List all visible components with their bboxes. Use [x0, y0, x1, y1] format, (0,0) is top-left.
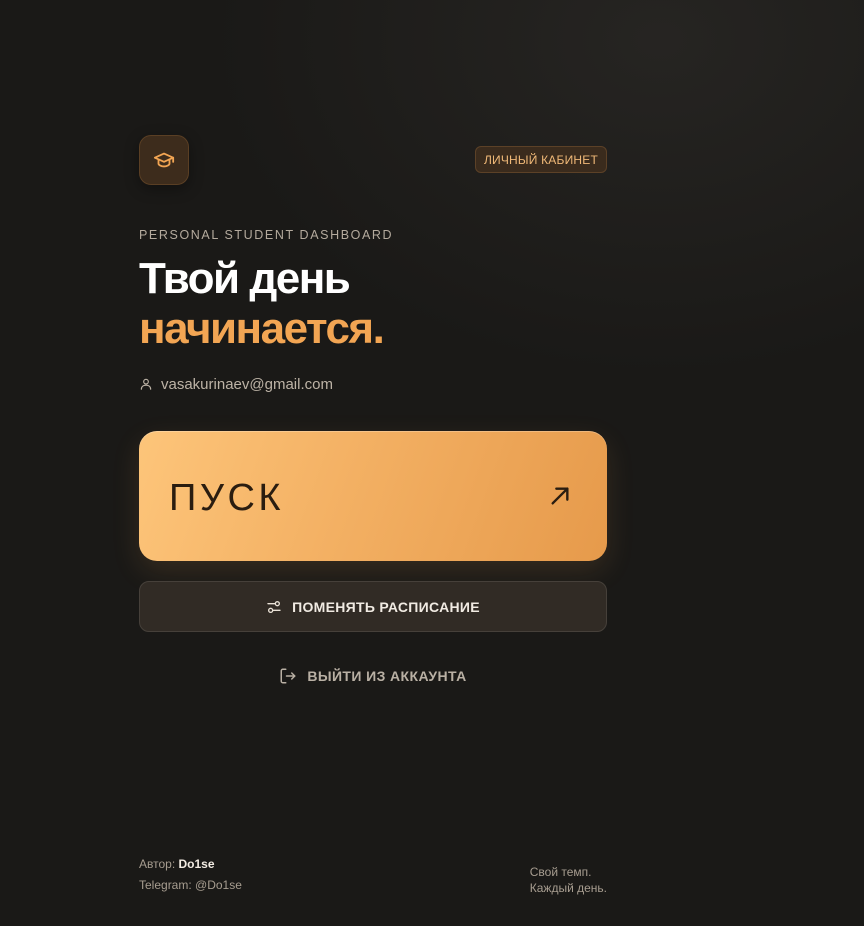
start-button[interactable]: ПУСК [139, 431, 607, 561]
title-line-2: начинается. [139, 304, 385, 353]
page-title: Твой день начинается. [139, 254, 385, 354]
top-bar: ЛИЧНЫЙ КАБИНЕТ [139, 135, 607, 185]
dashboard-eyebrow: PERSONAL STUDENT DASHBOARD [139, 228, 394, 242]
change-schedule-button[interactable]: ПОМЕНЯТЬ РАСПИСАНИЕ [139, 581, 607, 632]
tagline-line-1: Свой темп. [529, 865, 592, 879]
user-icon [139, 377, 153, 391]
log-out-icon [279, 667, 297, 685]
graduation-cap-icon [153, 149, 175, 171]
title-line-1: Твой день [139, 254, 351, 303]
author-line: Автор: Do1se [139, 854, 242, 875]
author-name: Do1se [178, 857, 215, 871]
user-email: vasakurinaev@gmail.com [161, 375, 333, 393]
change-schedule-label: ПОМЕНЯТЬ РАСПИСАНИЕ [292, 598, 480, 615]
footer-tagline: Свой темп. Каждый день. [530, 864, 607, 896]
personal-cabinet-badge[interactable]: ЛИЧНЫЙ КАБИНЕТ [474, 146, 607, 173]
footer-credits: Автор: Do1se Telegram: @Do1se [139, 854, 242, 896]
logout-label: ВЫЙТИ ИЗ АККАУНТА [307, 668, 467, 684]
start-button-label: ПУСК [169, 477, 285, 519]
user-email-row: vasakurinaev@gmail.com [139, 374, 333, 394]
arrow-up-right-icon [549, 485, 571, 507]
logout-button[interactable]: ВЫЙТИ ИЗ АККАУНТА [139, 664, 607, 688]
dashboard-column: ЛИЧНЫЙ КАБИНЕТ PERSONAL STUDENT DASHBOAR… [139, 0, 607, 926]
tagline-line-2: Каждый день. [529, 881, 607, 895]
sliders-icon [266, 599, 282, 615]
author-prefix: Автор: [139, 857, 176, 871]
app-logo [139, 135, 189, 185]
telegram-handle[interactable]: Telegram: @Do1se [139, 875, 242, 896]
